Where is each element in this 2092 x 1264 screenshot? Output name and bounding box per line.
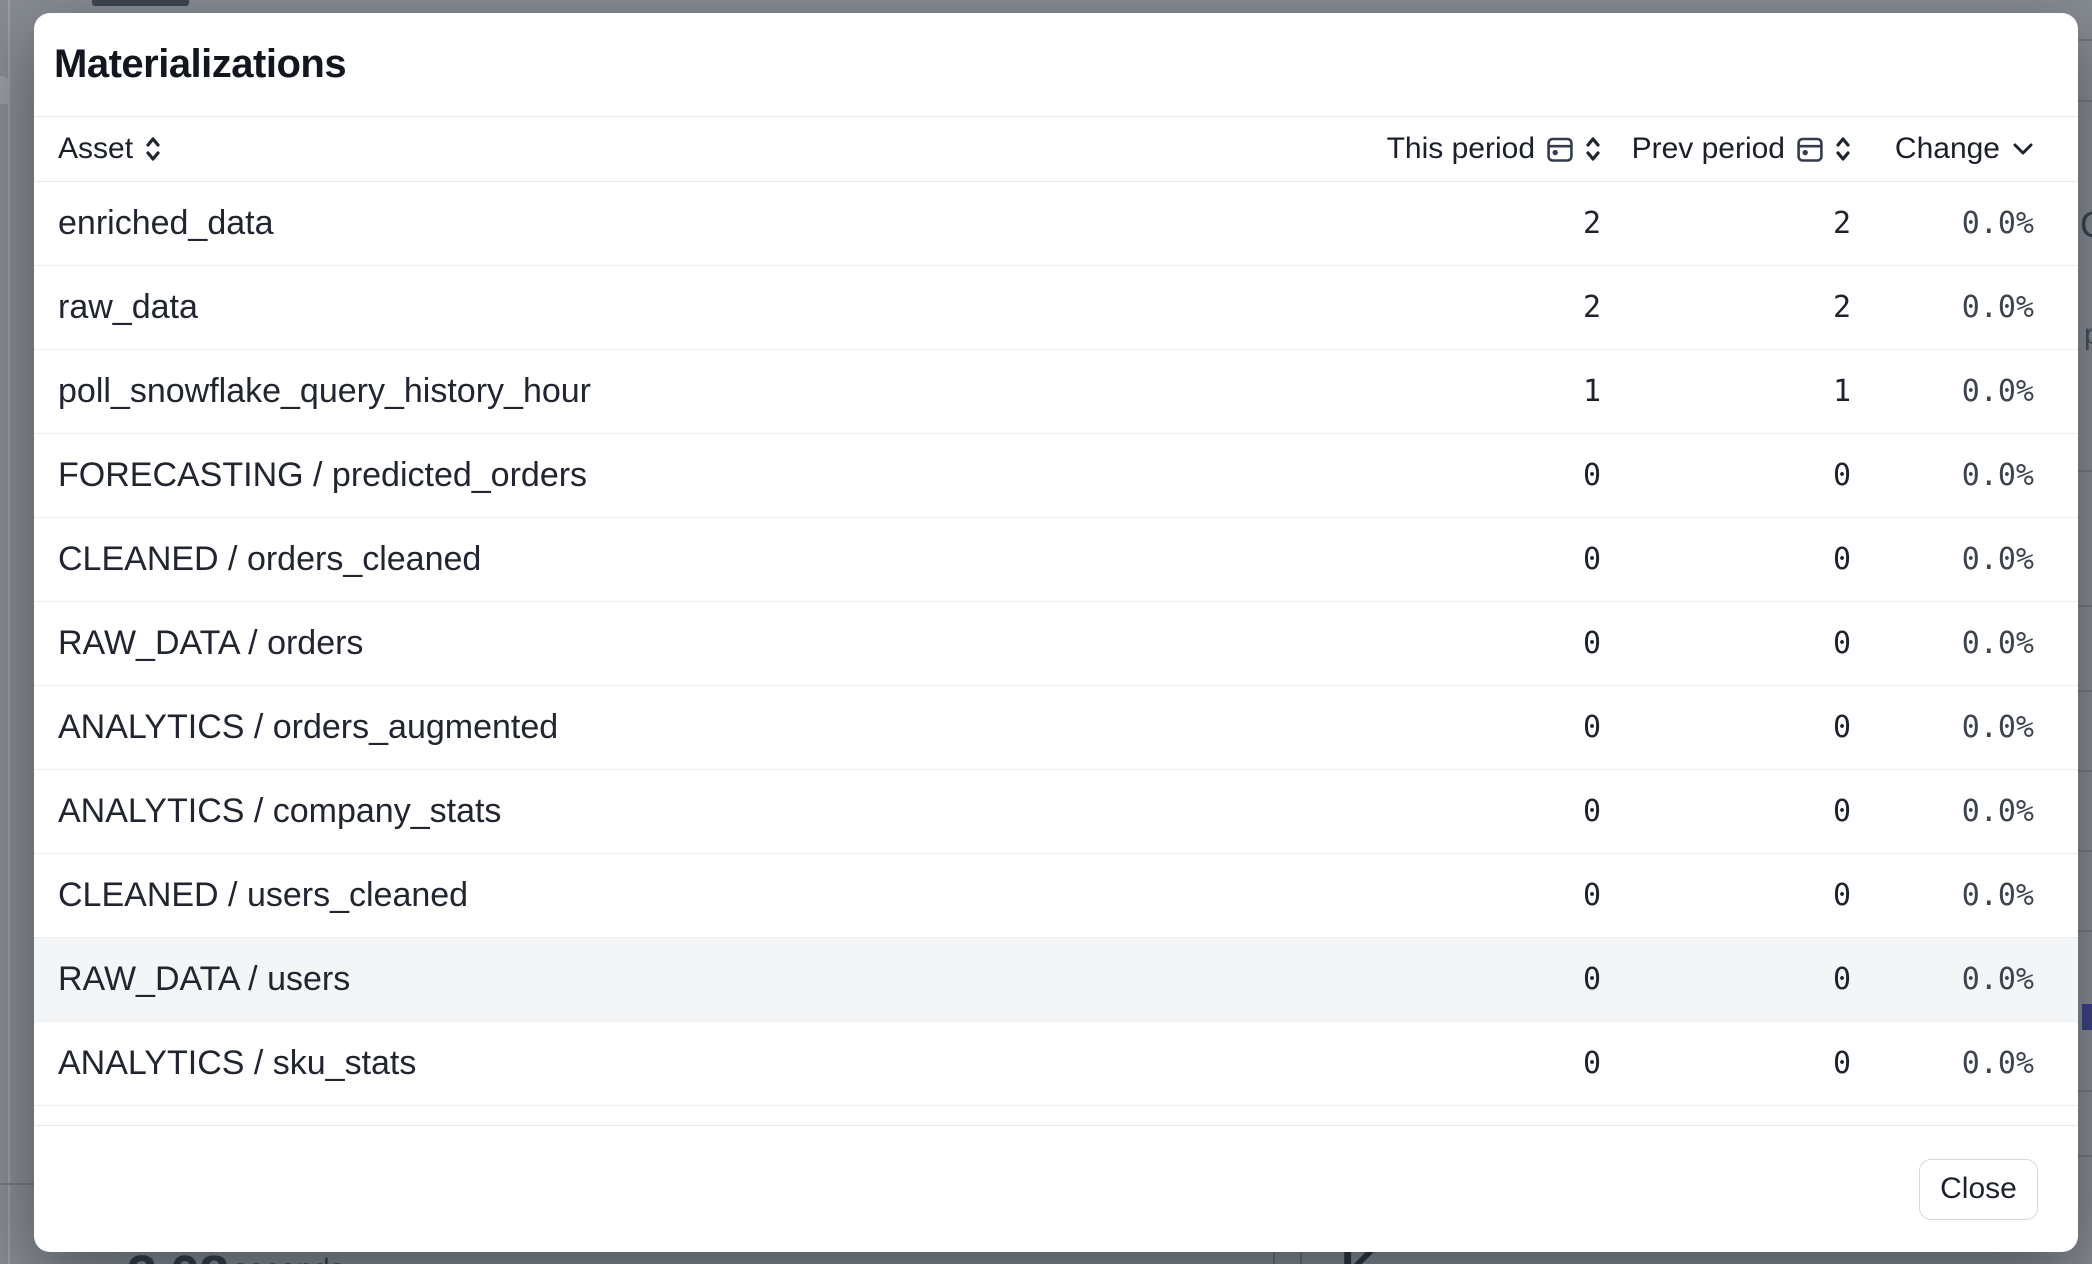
- this-period-cell: 0: [1341, 1046, 1601, 1081]
- change-cell: 0.0%: [1851, 626, 2034, 661]
- prev-period-cell: 0: [1601, 1046, 1851, 1081]
- calendar-icon[interactable]: [1797, 135, 1823, 163]
- column-header-change[interactable]: Change: [1851, 132, 2034, 166]
- this-period-cell: 2: [1341, 206, 1601, 241]
- change-cell: 0.0%: [1851, 1046, 2034, 1081]
- close-button[interactable]: Close: [1919, 1159, 2038, 1220]
- prev-period-cell: 0: [1601, 962, 1851, 997]
- asset-name-cell: poll_snowflake_query_history_hour: [58, 372, 1341, 411]
- ghost-accent-bar: [2082, 1004, 2092, 1030]
- ghost-clipped-text: C: [2080, 204, 2092, 246]
- this-period-cell: 1: [1341, 374, 1601, 409]
- column-header-label: This period: [1387, 132, 1535, 166]
- ghost-clipped-text: p: [2084, 318, 2092, 352]
- table-header-row: Asset This period: [34, 117, 2078, 182]
- dialog-footer: Close: [34, 1126, 2078, 1252]
- table-row[interactable]: RAW_DATA / orders 0 0 0.0%: [34, 602, 2078, 686]
- ghost-active-tab-underline: [92, 0, 189, 6]
- asset-name-cell: enriched_data: [58, 204, 1341, 243]
- prev-period-cell: 0: [1601, 542, 1851, 577]
- table-row[interactable]: RAW_DATA / users 0 0 0.0%: [34, 938, 2078, 1022]
- table-row[interactable]: CLEANED / orders_cleaned 0 0 0.0%: [34, 518, 2078, 602]
- ghost-separator: [1300, 1252, 1302, 1264]
- ghost-divider-right: [2078, 1155, 2092, 1157]
- ghost-divider-right: [2078, 850, 2092, 852]
- prev-period-cell: 1: [1601, 374, 1851, 409]
- this-period-cell: 0: [1341, 962, 1601, 997]
- ghost-sidebar-border: [8, 0, 10, 1264]
- dialog-header: Materializations: [34, 13, 2078, 117]
- change-cell: 0.0%: [1851, 962, 2034, 997]
- table-body: enriched_data 2 2 0.0% raw_data 2 2 0.0%…: [34, 182, 2078, 1106]
- asset-name-cell: raw_data: [58, 288, 1341, 327]
- ghost-divider-right: [2078, 470, 2092, 472]
- asset-name-cell: ANALYTICS / orders_augmented: [58, 708, 1341, 747]
- this-period-cell: 0: [1341, 458, 1601, 493]
- table-row[interactable]: CLEANED / users_cleaned 0 0 0.0%: [34, 854, 2078, 938]
- ghost-divider-right: [2078, 770, 2092, 772]
- prev-period-cell: 0: [1601, 710, 1851, 745]
- this-period-cell: 2: [1341, 290, 1601, 325]
- prev-period-cell: 2: [1601, 206, 1851, 241]
- ghost-separator: [1273, 1252, 1275, 1264]
- table-row[interactable]: enriched_data 2 2 0.0%: [34, 182, 2078, 266]
- change-cell: 0.0%: [1851, 290, 2034, 325]
- materializations-dialog: Materializations Asset This period: [34, 13, 2078, 1252]
- column-header-prev-period[interactable]: Prev period: [1601, 132, 1851, 166]
- table-row[interactable]: ANALYTICS / sku_stats 0 0 0.0%: [34, 1022, 2078, 1106]
- prev-period-cell: 0: [1601, 458, 1851, 493]
- calendar-icon[interactable]: [1547, 135, 1573, 163]
- ghost-divider-right: [2078, 39, 2092, 41]
- this-period-cell: 0: [1341, 710, 1601, 745]
- asset-name-cell: FORECASTING / predicted_orders: [58, 456, 1341, 495]
- this-period-cell: 0: [1341, 626, 1601, 661]
- ghost-card-corner: [0, 76, 9, 104]
- prev-period-cell: 0: [1601, 626, 1851, 661]
- change-cell: 0.0%: [1851, 374, 2034, 409]
- ghost-divider-right: [2078, 1090, 2092, 1092]
- table-clipped-row: [34, 1106, 2078, 1126]
- chevron-down-icon: [2012, 142, 2034, 156]
- change-cell: 0.0%: [1851, 542, 2034, 577]
- asset-name-cell: RAW_DATA / users: [58, 960, 1341, 999]
- table-row[interactable]: ANALYTICS / orders_augmented 0 0 0.0%: [34, 686, 2078, 770]
- this-period-cell: 0: [1341, 878, 1601, 913]
- column-header-asset[interactable]: Asset: [58, 132, 1341, 166]
- change-cell: 0.0%: [1851, 710, 2034, 745]
- ghost-divider-right: [2078, 930, 2092, 932]
- sort-updown-icon[interactable]: [145, 136, 161, 162]
- ghost-divider-left: [0, 1183, 34, 1185]
- prev-period-cell: 2: [1601, 290, 1851, 325]
- column-header-this-period[interactable]: This period: [1341, 132, 1601, 166]
- this-period-cell: 0: [1341, 794, 1601, 829]
- ghost-divider-right: [2078, 690, 2092, 692]
- dialog-title: Materializations: [54, 42, 346, 87]
- sort-updown-icon[interactable]: [1585, 136, 1601, 162]
- asset-name-cell: ANALYTICS / company_stats: [58, 792, 1341, 831]
- asset-name-cell: CLEANED / orders_cleaned: [58, 540, 1341, 579]
- table-row[interactable]: ANALYTICS / company_stats 0 0 0.0%: [34, 770, 2078, 854]
- column-header-label: Prev period: [1632, 132, 1785, 166]
- change-cell: 0.0%: [1851, 206, 2034, 241]
- asset-name-cell: CLEANED / users_cleaned: [58, 876, 1341, 915]
- prev-period-cell: 0: [1601, 794, 1851, 829]
- change-cell: 0.0%: [1851, 794, 2034, 829]
- prev-period-cell: 0: [1601, 878, 1851, 913]
- table-row[interactable]: poll_snowflake_query_history_hour 1 1 0.…: [34, 350, 2078, 434]
- column-header-label: Asset: [58, 132, 133, 166]
- table-row[interactable]: raw_data 2 2 0.0%: [34, 266, 2078, 350]
- ghost-divider-right: [2078, 100, 2092, 102]
- change-cell: 0.0%: [1851, 458, 2034, 493]
- asset-name-cell: ANALYTICS / sku_stats: [58, 1044, 1341, 1083]
- ghost-divider-right: [2078, 605, 2092, 607]
- table-row[interactable]: FORECASTING / predicted_orders 0 0 0.0%: [34, 434, 2078, 518]
- asset-name-cell: RAW_DATA / orders: [58, 624, 1341, 663]
- column-header-label: Change: [1895, 132, 2000, 166]
- ghost-metric-unit: seconds: [233, 1253, 345, 1264]
- change-cell: 0.0%: [1851, 878, 2034, 913]
- sort-updown-icon[interactable]: [1835, 136, 1851, 162]
- this-period-cell: 0: [1341, 542, 1601, 577]
